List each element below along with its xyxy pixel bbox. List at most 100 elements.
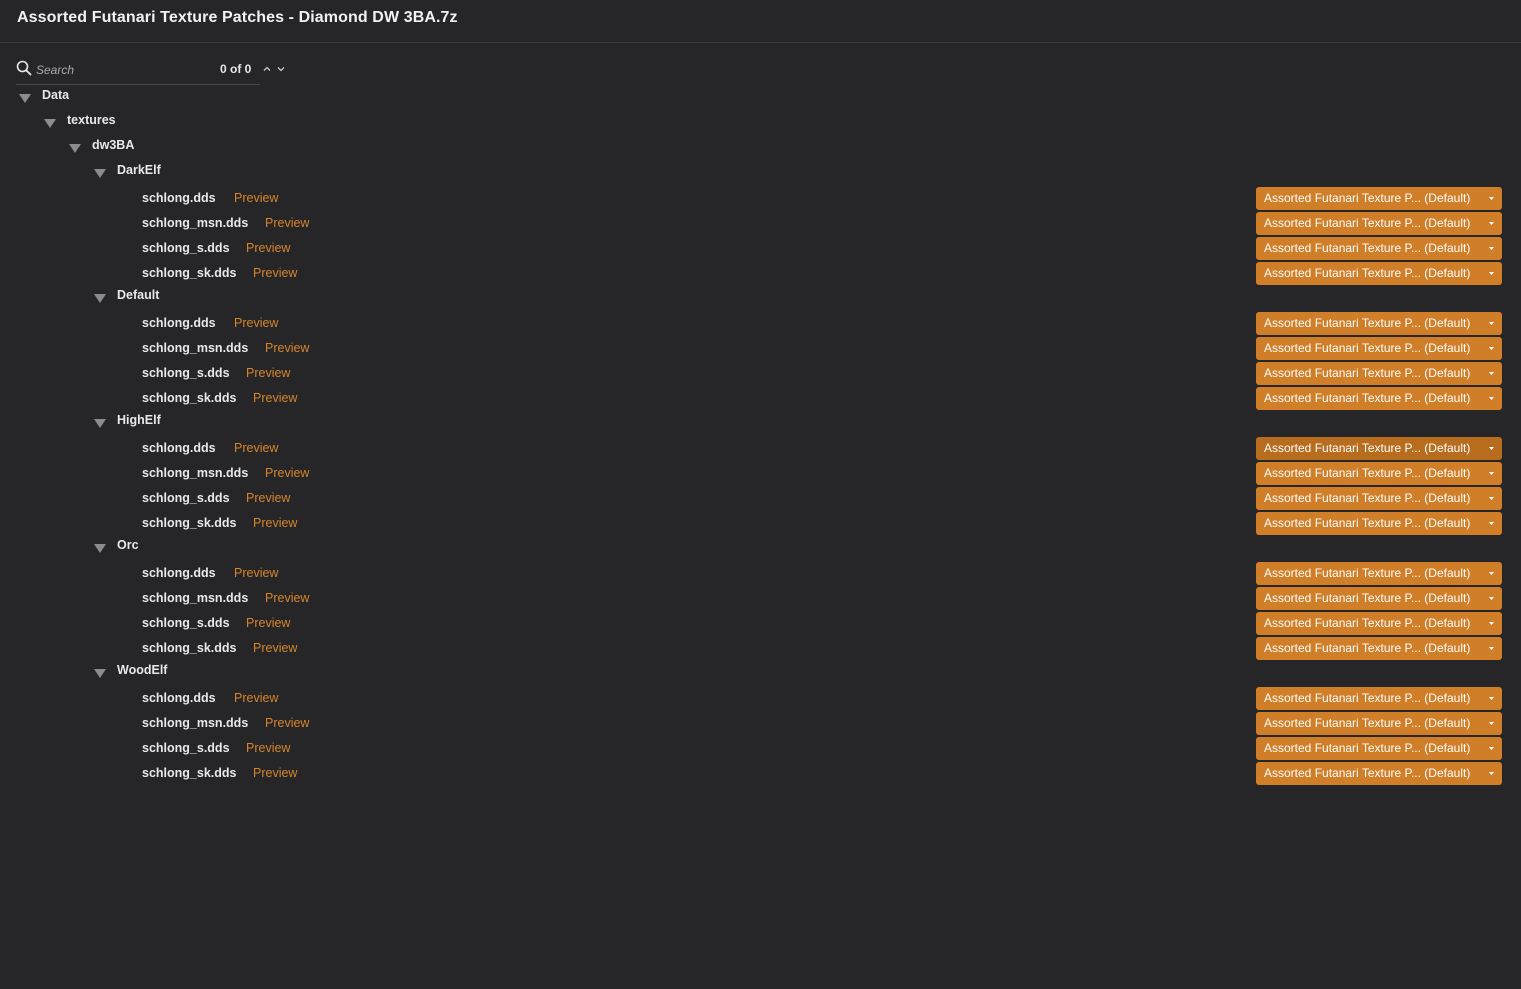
mod-source-dropdown[interactable]: Assorted Futanari Texture P... (Default) <box>1256 387 1502 410</box>
file-name: schlong_s.dds <box>142 491 230 505</box>
preview-link[interactable]: Preview <box>265 716 309 730</box>
mod-source-label: Assorted Futanari Texture P... (Default) <box>1264 441 1471 455</box>
caret-down-icon <box>1489 197 1494 200</box>
mod-source-label: Assorted Futanari Texture P... (Default) <box>1264 566 1471 580</box>
caret-down-icon <box>1489 222 1494 225</box>
window-header: Assorted Futanari Texture Patches - Diam… <box>0 0 1521 43</box>
preview-link[interactable]: Preview <box>265 341 309 355</box>
file-name: schlong_sk.dds <box>142 516 237 530</box>
mod-source-dropdown[interactable]: Assorted Futanari Texture P... (Default) <box>1256 712 1502 735</box>
tree-file-row: schlong_msn.dds Preview Assorted Futanari … <box>0 337 1521 362</box>
tree-folder-default[interactable]: Default <box>0 285 1521 310</box>
tree-file-row: schlong_msn.dds Preview Assorted Futanari … <box>0 587 1521 612</box>
tree-folder-woodelf[interactable]: WoodElf <box>0 660 1521 685</box>
preview-link[interactable]: Preview <box>253 766 297 780</box>
file-name: schlong_msn.dds <box>142 341 249 355</box>
mod-source-dropdown[interactable]: Assorted Futanari Texture P... (Default) <box>1256 562 1502 585</box>
mod-source-label: Assorted Futanari Texture P... (Default) <box>1264 191 1471 205</box>
caret-down-icon <box>1489 747 1494 750</box>
triangle-down-icon[interactable] <box>18 92 32 104</box>
triangle-down-icon[interactable] <box>93 667 107 679</box>
mod-source-dropdown[interactable]: Assorted Futanari Texture P... (Default) <box>1256 237 1502 260</box>
tree-folder-dw3ba[interactable]: dw3BA <box>0 135 1521 160</box>
preview-link[interactable]: Preview <box>246 366 290 380</box>
caret-down-icon <box>1489 447 1494 450</box>
caret-down-icon <box>1489 347 1494 350</box>
mod-source-dropdown[interactable]: Assorted Futanari Texture P... (Default) <box>1256 737 1502 760</box>
preview-link[interactable]: Preview <box>253 516 297 530</box>
folder-label: dw3BA <box>92 138 135 152</box>
mod-source-dropdown[interactable]: Assorted Futanari Texture P... (Default) <box>1256 512 1502 535</box>
tree-file-row: schlong.dds Preview Assorted Futanari Text… <box>0 687 1521 712</box>
mod-source-label: Assorted Futanari Texture P... (Default) <box>1264 641 1471 655</box>
preview-link[interactable]: Preview <box>253 391 297 405</box>
mod-source-dropdown[interactable]: Assorted Futanari Texture P... (Default) <box>1256 587 1502 610</box>
mod-source-dropdown[interactable]: Assorted Futanari Texture P... (Default) <box>1256 212 1502 235</box>
mod-source-dropdown[interactable]: Assorted Futanari Texture P... (Default) <box>1256 337 1502 360</box>
caret-down-icon <box>1489 472 1494 475</box>
preview-link[interactable]: Preview <box>246 741 290 755</box>
triangle-down-icon[interactable] <box>93 542 107 554</box>
preview-link[interactable]: Preview <box>234 191 278 205</box>
preview-link[interactable]: Preview <box>234 691 278 705</box>
preview-link[interactable]: Preview <box>265 216 309 230</box>
tree-file-row: schlong_msn.dds Preview Assorted Futanari … <box>0 712 1521 737</box>
mod-source-dropdown[interactable]: Assorted Futanari Texture P... (Default) <box>1256 362 1502 385</box>
file-name: schlong_s.dds <box>142 241 230 255</box>
mod-source-dropdown[interactable]: Assorted Futanari Texture P... (Default) <box>1256 187 1502 210</box>
mod-source-label: Assorted Futanari Texture P... (Default) <box>1264 366 1471 380</box>
folder-label: Orc <box>117 538 139 552</box>
caret-down-icon <box>1489 247 1494 250</box>
mod-source-label: Assorted Futanari Texture P... (Default) <box>1264 716 1471 730</box>
tree-file-row: schlong_sk.dds Preview Assorted Futanari T… <box>0 387 1521 412</box>
search-input[interactable] <box>36 62 206 78</box>
tree-folder-darkelf[interactable]: DarkElf <box>0 160 1521 185</box>
tree-file-row: schlong_s.dds Preview Assorted Futanari Te… <box>0 737 1521 762</box>
tree-file-row: schlong_s.dds Preview Assorted Futanari Te… <box>0 237 1521 262</box>
mod-source-dropdown[interactable]: Assorted Futanari Texture P... (Default) <box>1256 487 1502 510</box>
mod-source-dropdown[interactable]: Assorted Futanari Texture P... (Default) <box>1256 462 1502 485</box>
mod-source-dropdown[interactable]: Assorted Futanari Texture P... (Default) <box>1256 637 1502 660</box>
folder-label: HighElf <box>117 413 161 427</box>
file-name: schlong_sk.dds <box>142 641 237 655</box>
chevron-down-icon[interactable] <box>276 64 286 74</box>
preview-link[interactable]: Preview <box>246 241 290 255</box>
preview-link[interactable]: Preview <box>246 616 290 630</box>
preview-link[interactable]: Preview <box>246 491 290 505</box>
triangle-down-icon[interactable] <box>43 117 57 129</box>
mod-source-dropdown[interactable]: Assorted Futanari Texture P... (Default) <box>1256 262 1502 285</box>
preview-link[interactable]: Preview <box>234 566 278 580</box>
tree-folder-highelf[interactable]: HighElf <box>0 410 1521 435</box>
folder-label: WoodElf <box>117 663 168 677</box>
tree-folder-data[interactable]: Data <box>0 85 1521 110</box>
tree-file-row: schlong_msn.dds Preview Assorted Futanari … <box>0 462 1521 487</box>
triangle-down-icon[interactable] <box>93 167 107 179</box>
tree-folder-orc[interactable]: Orc <box>0 535 1521 560</box>
file-name: schlong_msn.dds <box>142 216 249 230</box>
tree-file-row: schlong.dds Preview Assorted Futanari Text… <box>0 562 1521 587</box>
preview-link[interactable]: Preview <box>234 316 278 330</box>
search-icon <box>16 60 32 76</box>
triangle-down-icon[interactable] <box>93 417 107 429</box>
mod-source-dropdown[interactable]: Assorted Futanari Texture P... (Default) <box>1256 687 1502 710</box>
preview-link[interactable]: Preview <box>265 466 309 480</box>
file-name: schlong.dds <box>142 316 216 330</box>
triangle-down-icon[interactable] <box>68 142 82 154</box>
preview-link[interactable]: Preview <box>253 266 297 280</box>
preview-link[interactable]: Preview <box>265 591 309 605</box>
preview-link[interactable]: Preview <box>234 441 278 455</box>
file-name: schlong_sk.dds <box>142 266 237 280</box>
chevron-up-icon[interactable] <box>262 64 272 74</box>
file-name: schlong_msn.dds <box>142 466 249 480</box>
file-name: schlong_sk.dds <box>142 766 237 780</box>
mod-source-dropdown[interactable]: Assorted Futanari Texture P... (Default) <box>1256 312 1502 335</box>
mod-source-dropdown[interactable]: Assorted Futanari Texture P... (Default) <box>1256 612 1502 635</box>
mod-source-dropdown[interactable]: Assorted Futanari Texture P... (Default) <box>1256 437 1502 460</box>
caret-down-icon <box>1489 622 1494 625</box>
mod-source-dropdown[interactable]: Assorted Futanari Texture P... (Default) <box>1256 762 1502 785</box>
tree-file-row: schlong_sk.dds Preview Assorted Futanari T… <box>0 762 1521 787</box>
mod-source-label: Assorted Futanari Texture P... (Default) <box>1264 391 1471 405</box>
triangle-down-icon[interactable] <box>93 292 107 304</box>
preview-link[interactable]: Preview <box>253 641 297 655</box>
tree-folder-textures[interactable]: textures <box>0 110 1521 135</box>
